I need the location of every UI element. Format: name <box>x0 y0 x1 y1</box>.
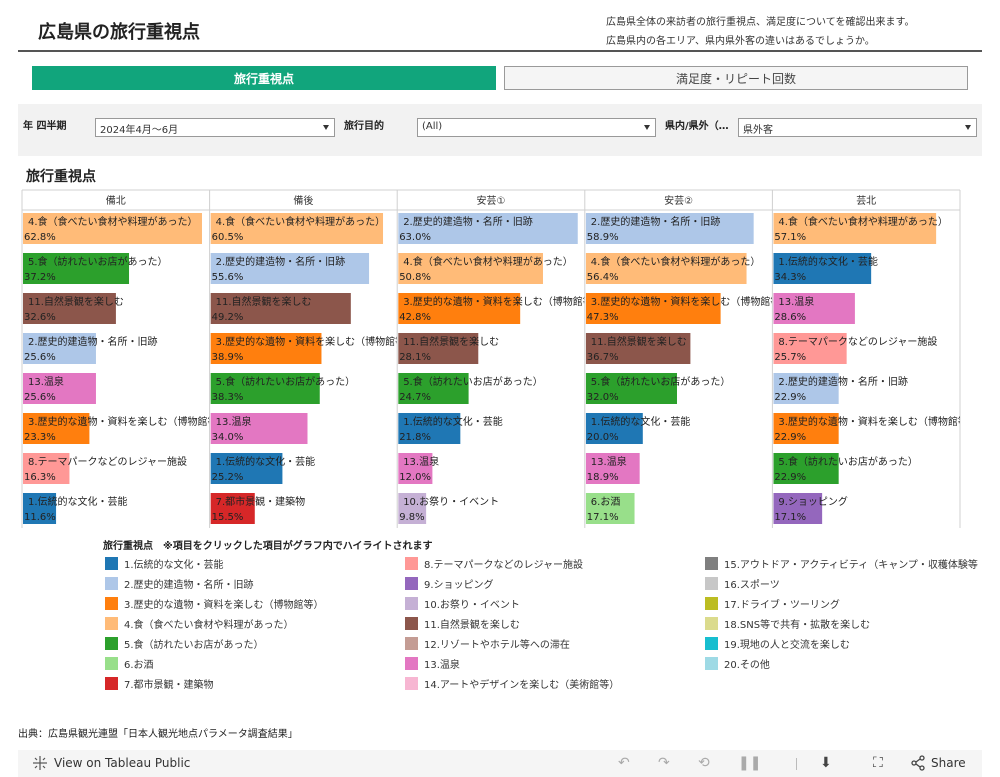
revert-icon[interactable]: ⟲ <box>698 755 710 771</box>
tableau-footer: View on Tableau Public ↶ ↷ ⟲ ❚❚ ⬇ ⛶ Shar… <box>18 750 982 777</box>
share-icon <box>911 755 925 771</box>
view-on-tableau-label: View on Tableau Public <box>54 756 191 770</box>
legend-item[interactable]: 3.歴史的な遺物・資料を楽しむ（博物館等） <box>105 596 324 611</box>
legend-label: 3.歴史的な遺物・資料を楽しむ（博物館等） <box>124 599 324 611</box>
legend-swatch <box>705 656 718 670</box>
legend-label: 16.スポーツ <box>724 579 780 591</box>
legend-label: 12.リゾートやホテル等への滞在 <box>424 639 570 651</box>
legend-item[interactable]: 4.食（食べたい食材や料理があった） <box>105 616 294 631</box>
legend-item[interactable]: 20.その他 <box>705 656 770 671</box>
legend-swatch <box>705 616 718 630</box>
legend-swatch <box>705 576 718 590</box>
legend-label: 11.自然景観を楽しむ <box>424 619 520 631</box>
legend-label: 4.食（食べたい食材や料理があった） <box>124 619 294 631</box>
legend-swatch <box>405 596 418 610</box>
legend-swatch <box>405 656 418 670</box>
legend-swatch <box>405 636 418 650</box>
legend-label: 18.SNS等で共有・拡散を楽しむ <box>724 619 871 631</box>
legend-label: 17.ドライブ・ツーリング <box>724 599 840 611</box>
source-note: 出典：広島県観光連盟「日本人観光地点パラメータ調査結果」 <box>18 729 298 740</box>
legend-item[interactable]: 1.伝統的な文化・芸能 <box>105 556 224 571</box>
undo-icon[interactable]: ↶ <box>618 755 630 771</box>
share-label: Share <box>931 756 966 770</box>
dashboard: 広島県の旅行重視点 広島県全体の来訪者の旅行重視点、満足度についてを確認出来ます… <box>0 0 1000 777</box>
legend-swatch <box>405 676 418 690</box>
legend-item[interactable]: 7.都市景観・建築物 <box>105 676 214 691</box>
legend-swatch <box>105 676 118 690</box>
legend-swatch <box>105 616 118 630</box>
legend-item[interactable]: 19.現地の人と交流を楽しむ <box>705 636 850 651</box>
legend-swatch <box>105 556 118 570</box>
share-button[interactable]: Share <box>910 755 966 771</box>
legend-label: 7.都市景観・建築物 <box>124 679 214 691</box>
legend-item[interactable]: 11.自然景観を楽しむ <box>405 616 520 631</box>
legend-item[interactable]: 9.ショッピング <box>405 576 494 591</box>
legend-label: 9.ショッピング <box>424 579 494 591</box>
download-icon[interactable]: ⬇ <box>820 755 832 771</box>
legend-label: 2.歴史的建造物・名所・旧跡 <box>124 579 254 591</box>
legend-swatch <box>705 556 718 570</box>
legend-swatch <box>105 596 118 610</box>
footer-separator <box>796 758 797 770</box>
legend-item[interactable]: 13.温泉 <box>405 656 460 671</box>
legend-item[interactable]: 10.お祭り・イベント <box>405 596 520 611</box>
legend-label: 19.現地の人と交流を楽しむ <box>724 639 850 651</box>
legend-swatch <box>405 616 418 630</box>
pause-icon[interactable]: ❚❚ <box>738 755 761 771</box>
legend-label: 15.アウトドア・アクティビティ（キャンプ・収穫体験等） <box>724 559 978 571</box>
fullscreen-icon[interactable]: ⛶ <box>873 755 883 771</box>
legend-label: 20.その他 <box>724 659 770 671</box>
legend-swatch <box>705 596 718 610</box>
legend-item[interactable]: 5.食（訪れたいお店があった） <box>105 636 264 651</box>
redo-icon[interactable]: ↷ <box>658 755 670 771</box>
legend-item[interactable]: 16.スポーツ <box>705 576 780 591</box>
legend-swatch <box>105 656 118 670</box>
legend-item[interactable]: 14.アートやデザインを楽しむ（美術館等） <box>405 676 620 691</box>
legend-swatch <box>405 556 418 570</box>
legend-item[interactable]: 8.テーマパークなどのレジャー施設 <box>405 556 584 571</box>
legend-swatch <box>405 576 418 590</box>
tableau-logo-icon <box>33 756 47 770</box>
legend-item[interactable]: 18.SNS等で共有・拡散を楽しむ <box>705 616 871 631</box>
legend-label: 5.食（訪れたいお店があった） <box>124 639 264 651</box>
legend-item[interactable]: 12.リゾートやホテル等への滞在 <box>405 636 570 651</box>
legend-swatch <box>105 636 118 650</box>
legend-label: 13.温泉 <box>424 659 460 671</box>
legend-item[interactable]: 2.歴史的建造物・名所・旧跡 <box>105 576 254 591</box>
legend-label: 8.テーマパークなどのレジャー施設 <box>424 559 584 571</box>
legend-swatch <box>705 636 718 650</box>
legend-item[interactable]: 17.ドライブ・ツーリング <box>705 596 840 611</box>
legend-item[interactable]: 6.お酒 <box>105 656 154 671</box>
legend-label: 6.お酒 <box>124 659 154 671</box>
legend-label: 14.アートやデザインを楽しむ（美術館等） <box>424 679 620 691</box>
legend-swatch <box>105 576 118 590</box>
legend: 1.伝統的な文化・芸能 2.歴史的建造物・名所・旧跡 3.歴史的な遺物・資料を楽しむ… <box>0 0 978 777</box>
legend-label: 10.お祭り・イベント <box>424 599 520 611</box>
legend-label: 1.伝統的な文化・芸能 <box>124 559 224 571</box>
legend-item[interactable]: 15.アウトドア・アクティビティ（キャンプ・収穫体験等） <box>705 556 978 571</box>
view-on-tableau-link[interactable]: View on Tableau Public <box>32 755 190 771</box>
